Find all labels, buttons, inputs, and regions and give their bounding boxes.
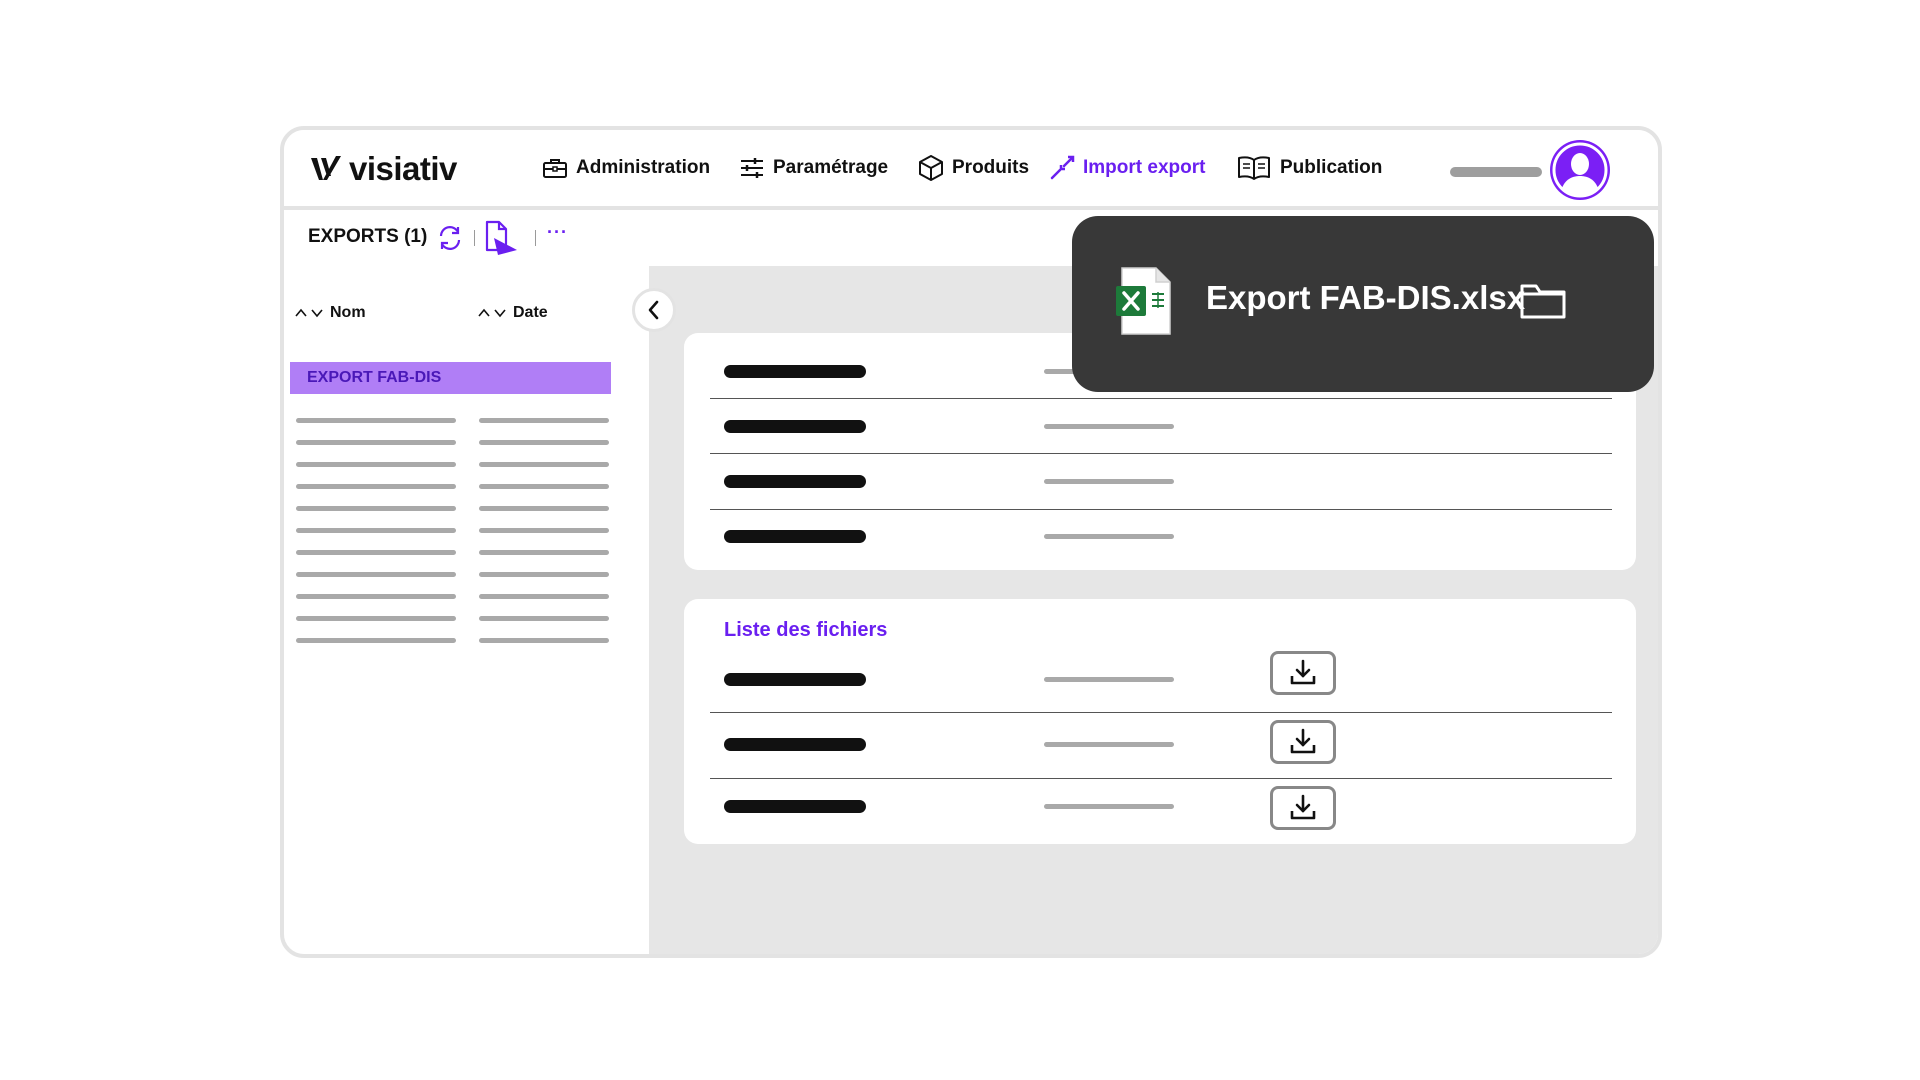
sort-icon — [478, 308, 506, 318]
download-button[interactable] — [1270, 720, 1336, 764]
avatar[interactable] — [1550, 140, 1610, 200]
more-options-button[interactable]: ··· — [547, 222, 568, 243]
download-icon — [1290, 728, 1316, 754]
nav-item-parametrage[interactable]: Paramétrage — [739, 152, 888, 184]
nav-item-publication[interactable]: Publication — [1236, 152, 1382, 184]
briefcase-icon — [543, 159, 567, 178]
nav-item-label: Produits — [952, 157, 1030, 178]
exports-title: EXPORTS (1) — [308, 226, 428, 247]
user-icon — [1552, 142, 1608, 198]
toolbar-divider — [535, 230, 536, 246]
sort-icon — [295, 308, 323, 318]
sliders-icon — [741, 158, 763, 178]
download-button[interactable] — [1270, 786, 1336, 830]
cube-icon — [919, 155, 943, 181]
nav-item-label: Import export — [1083, 157, 1206, 178]
book-icon — [1238, 156, 1270, 180]
files-card-title: Liste des fichiers — [724, 619, 888, 641]
download-button[interactable] — [1270, 651, 1336, 695]
column-header-label: Date — [513, 304, 548, 321]
visiativ-logo-icon — [311, 156, 341, 180]
column-header-label: Nom — [330, 304, 366, 321]
logo[interactable]: visiativ — [309, 150, 457, 188]
refresh-icon[interactable] — [436, 224, 464, 252]
toast-file-name: Export FAB-DIS.xlsx — [1206, 279, 1526, 316]
user-name-placeholder — [1450, 167, 1542, 177]
export-file-icon[interactable] — [484, 220, 518, 256]
nav-item-import-export[interactable]: Import export — [1049, 152, 1205, 184]
nav-item-administration[interactable]: Administration — [542, 152, 710, 184]
column-header-nom[interactable]: Nom — [294, 304, 366, 322]
export-list-panel: Nom Date EXPORT FAB-DIS — [284, 266, 649, 954]
top-navigation: visiativ Administration Paramétrage Prod… — [284, 130, 1658, 210]
nav-item-label: Publication — [1280, 157, 1383, 178]
excel-file-icon — [1116, 267, 1171, 335]
nav-item-label: Administration — [576, 157, 711, 178]
files-card: Liste des fichiers — [684, 599, 1636, 844]
nav-item-produits[interactable]: Produits — [918, 152, 1029, 184]
nav-item-label: Paramétrage — [773, 157, 889, 178]
download-icon — [1290, 659, 1316, 685]
toolbar-divider — [474, 230, 475, 246]
column-header-date[interactable]: Date — [477, 304, 548, 322]
import-export-icon — [1050, 155, 1075, 180]
list-item-selected[interactable]: EXPORT FAB-DIS — [290, 362, 611, 394]
folder-icon[interactable] — [1520, 282, 1566, 320]
logo-text: visiativ — [349, 150, 457, 187]
download-toast[interactable]: Export FAB-DIS.xlsx — [1072, 216, 1654, 392]
download-icon — [1290, 794, 1316, 820]
chevron-left-icon — [648, 300, 659, 320]
collapse-panel-button[interactable] — [632, 288, 676, 332]
